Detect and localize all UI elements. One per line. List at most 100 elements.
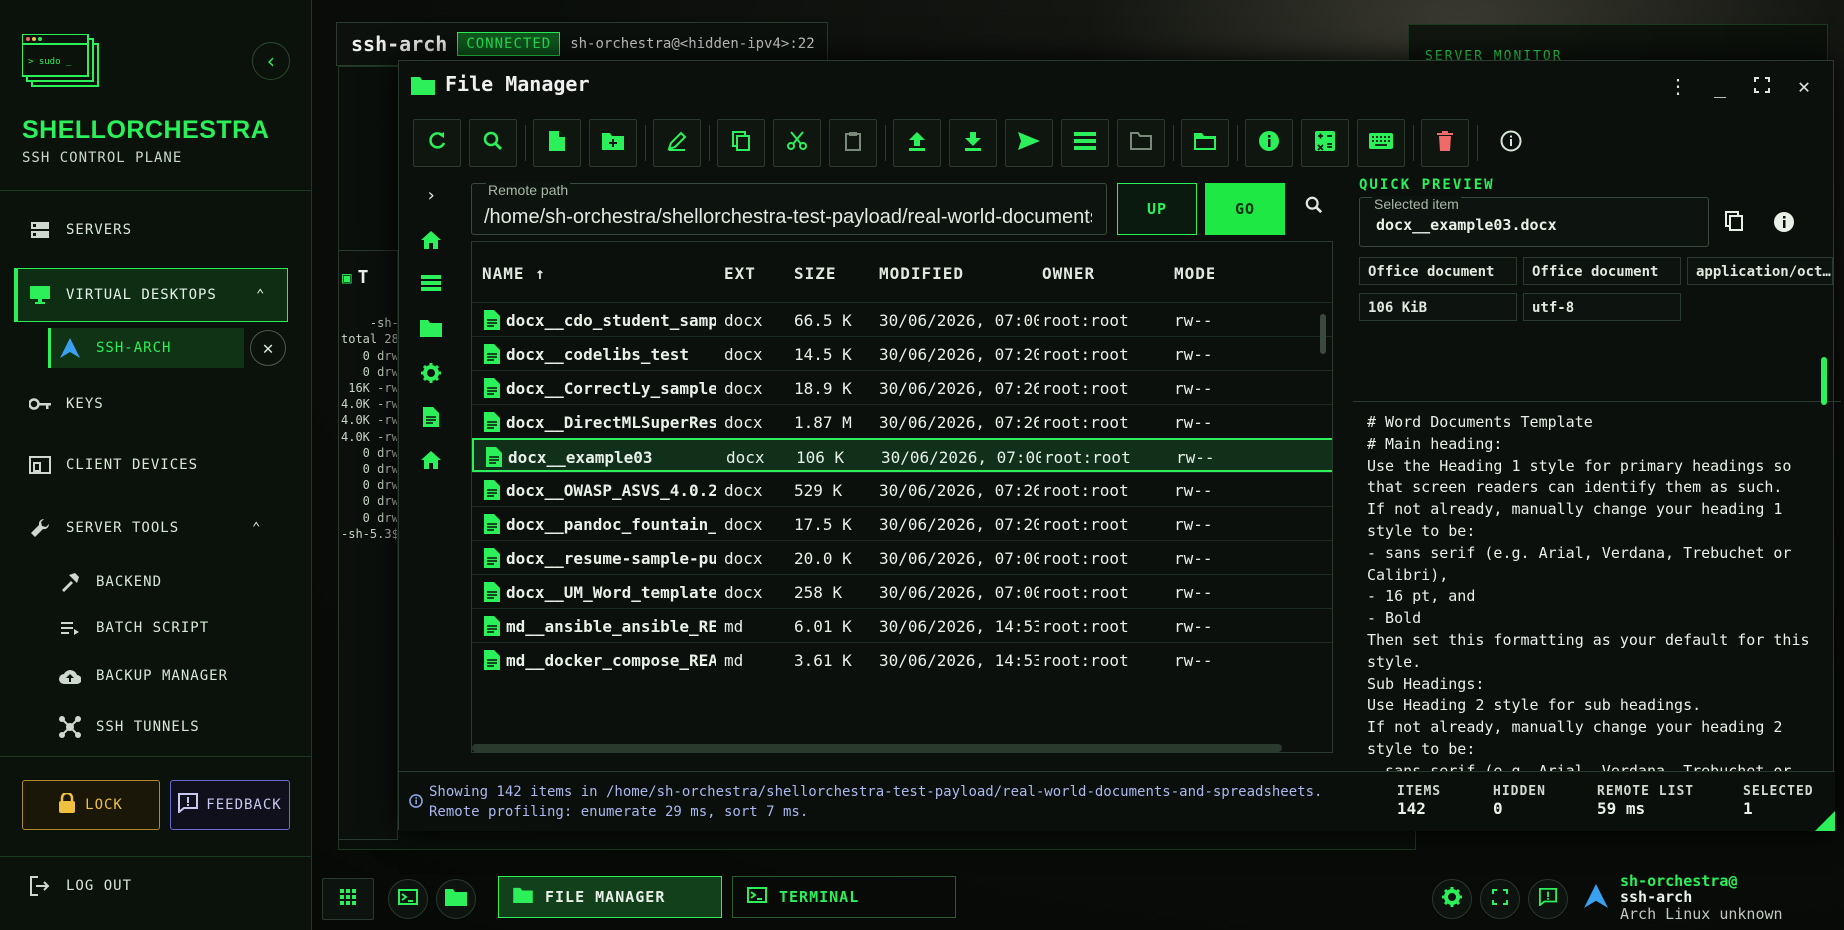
close-window-button[interactable]: ✕ <box>1789 71 1819 101</box>
settings-button[interactable] <box>413 363 449 388</box>
table-row[interactable]: md__ansible_ansible_REA… md 6.01 K 30/06/20… <box>472 608 1332 642</box>
table-row[interactable]: docx__DirectMLSuperReso… docx 1.87 M 30/06/… <box>472 404 1332 438</box>
table-vertical-scrollbar[interactable] <box>1320 314 1326 354</box>
list-view-icon <box>421 275 441 296</box>
cell-ext: docx <box>724 515 763 534</box>
fullscreen-button[interactable] <box>1480 879 1520 919</box>
table-horizontal-scrollbar[interactable] <box>472 744 1282 752</box>
task-terminal[interactable]: TERMINAL <box>732 876 956 918</box>
table-row[interactable]: docx__codelibs_test docx 14.5 K 30/06/2026,… <box>472 336 1332 370</box>
nav-ssh-arch[interactable]: SSH-ARCH <box>58 338 171 358</box>
remote-path-field[interactable]: Remote path <box>471 182 1107 235</box>
table-row[interactable]: docx__CorrectLy_sample docx 18.9 K 30/06/20… <box>472 370 1332 404</box>
feedback-taskbar-button[interactable] <box>1528 879 1568 919</box>
resize-handle[interactable] <box>1815 811 1835 831</box>
table-row[interactable]: md__docker_compose_READ… md 3.61 K 30/06/20… <box>472 642 1332 676</box>
toolbar-divider <box>885 125 886 161</box>
nav-batch-script[interactable]: BATCH SCRIPT <box>58 620 209 636</box>
path-search-button[interactable] <box>1305 195 1323 219</box>
calculator-button[interactable] <box>1301 119 1349 167</box>
up-button[interactable]: UP <box>1117 183 1197 235</box>
nav-keys[interactable]: KEYS <box>28 396 104 412</box>
lock-button[interactable]: LOCK <box>22 780 160 830</box>
col-mode[interactable]: MODE <box>1174 264 1214 283</box>
document-button[interactable] <box>413 407 449 432</box>
properties-button[interactable] <box>1245 119 1293 167</box>
item-info-button[interactable] <box>1773 211 1795 238</box>
col-modified[interactable]: MODIFIED <box>879 264 964 283</box>
expand-rail-button[interactable]: › <box>413 185 449 206</box>
nav-backup-manager[interactable]: BACKUP MANAGER <box>58 668 228 684</box>
logout-button[interactable]: LOG OUT <box>28 876 132 896</box>
table-row[interactable]: docx__pandoc_fountain_r… docx 17.5 K 30/06/… <box>472 506 1332 540</box>
nav-servers[interactable]: SERVERS <box>28 222 132 238</box>
task-file-manager-label: FILE MANAGER <box>545 888 666 906</box>
divider <box>0 190 312 191</box>
col-size[interactable]: SIZE <box>794 264 837 283</box>
window-menu-button[interactable]: ⋮ <box>1663 71 1693 101</box>
copy-name-button[interactable] <box>1725 211 1743 236</box>
file-manager-titlebar[interactable]: File Manager ⋮ _ ✕ <box>399 61 1835 111</box>
minimize-button[interactable]: _ <box>1705 71 1735 101</box>
folder-view-button[interactable] <box>1117 119 1165 167</box>
help-button[interactable] <box>1487 119 1535 167</box>
col-ext[interactable]: EXT <box>724 264 756 283</box>
preview-scrollbar[interactable] <box>1821 357 1827 405</box>
settings-button[interactable] <box>1432 879 1472 919</box>
home-button[interactable] <box>413 231 449 254</box>
cell-ext: docx <box>724 481 763 500</box>
hammer-icon <box>58 572 82 592</box>
upload-button[interactable] <box>893 119 941 167</box>
open-terminal-button[interactable] <box>388 879 428 919</box>
table-row[interactable]: docx__example03 docx 106 K 30/06/2026, 07:0… <box>472 438 1332 472</box>
rename-button[interactable] <box>653 119 701 167</box>
list-view-button[interactable] <box>1061 119 1109 167</box>
nav-virtual-desktops[interactable]: VIRTUAL DESKTOPS ⌃ <box>28 286 268 304</box>
copy-button[interactable] <box>717 119 765 167</box>
cell-owner: root:root <box>1042 345 1129 364</box>
nav-ssh-tunnels[interactable]: SSH TUNNELS <box>58 716 200 738</box>
col-owner[interactable]: OWNER <box>1042 264 1095 283</box>
feedback-button[interactable]: FEEDBACK <box>170 780 290 830</box>
home-button-2[interactable] <box>413 451 449 474</box>
table-row[interactable]: docx__cdo_student_sampl… docx 66.5 K 30/06/… <box>472 302 1332 336</box>
refresh-button[interactable] <box>413 119 461 167</box>
fullscreen-icon <box>1492 888 1508 910</box>
send-button[interactable] <box>1005 119 1053 167</box>
col-name[interactable]: NAME ↑ <box>482 264 546 283</box>
cut-button[interactable] <box>773 119 821 167</box>
nav-server-tools[interactable]: SERVER TOOLS ⌃ <box>28 518 268 538</box>
app-grid-button[interactable] <box>322 878 374 920</box>
toolbar-divider <box>1173 125 1174 161</box>
toolbar-divider <box>1413 125 1414 161</box>
selected-item-field[interactable]: Selected item docx__example03.docx <box>1359 196 1709 247</box>
table-row[interactable]: docx__resume-sample-pub… docx 20.0 K 30/06/… <box>472 540 1332 574</box>
copy-icon <box>732 131 750 155</box>
remote-path-input[interactable] <box>484 204 1092 230</box>
search-button[interactable] <box>469 119 517 167</box>
download-button[interactable] <box>949 119 997 167</box>
paste-button[interactable] <box>829 119 877 167</box>
list-button[interactable] <box>413 275 449 296</box>
maximize-button[interactable] <box>1747 71 1777 101</box>
task-file-manager[interactable]: FILE MANAGER <box>498 876 722 918</box>
search-icon <box>483 131 503 155</box>
go-button[interactable]: GO <box>1205 183 1285 235</box>
nav-backend[interactable]: BACKEND <box>58 572 162 592</box>
stat-hidden-label: HIDDEN <box>1493 784 1546 799</box>
cell-modified: 30/06/2026, 07:20 <box>879 515 1039 534</box>
folder-button[interactable] <box>413 319 449 342</box>
new-file-button[interactable] <box>533 119 581 167</box>
new-folder-button[interactable] <box>589 119 637 167</box>
keyboard-button[interactable] <box>1357 119 1405 167</box>
collapse-sidebar-button[interactable]: ‹ <box>252 42 290 80</box>
background-terminal: -sh-5.3$ total 28K 0 drw 0 drw 16K -rw 4… <box>338 250 398 840</box>
close-session-button[interactable]: ✕ <box>250 330 286 366</box>
delete-button[interactable] <box>1421 119 1469 167</box>
table-row[interactable]: docx__OWASP_ASVS_4.0.2_… docx 529 K 30/06/2… <box>472 472 1332 506</box>
encoding-tag: utf-8 <box>1523 293 1681 321</box>
nav-client-devices[interactable]: CLIENT DEVICES <box>28 456 198 474</box>
open-folder-button[interactable] <box>1181 119 1229 167</box>
open-files-button[interactable] <box>436 879 476 919</box>
table-row[interactable]: docx__UM_Word_template_… docx 258 K 30/06/2… <box>472 574 1332 608</box>
